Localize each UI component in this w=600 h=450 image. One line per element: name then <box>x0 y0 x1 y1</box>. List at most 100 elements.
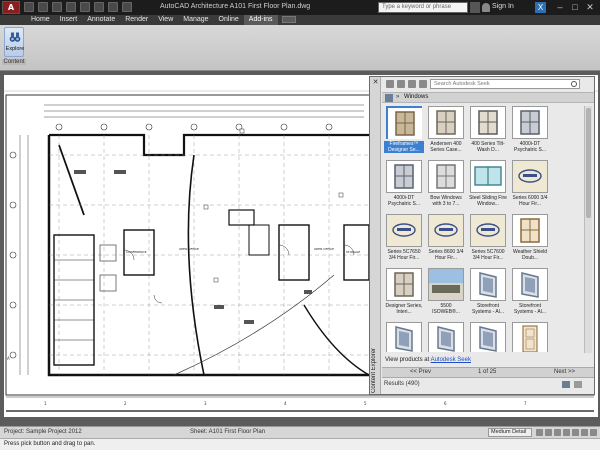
sign-in-button[interactable]: Sign In <box>492 3 514 10</box>
elevation-icon[interactable] <box>563 429 570 436</box>
tab-insert[interactable]: Insert <box>55 15 83 25</box>
infocenter-search-input[interactable]: Type a keyword or phrase <box>378 2 468 13</box>
new-icon[interactable] <box>24 2 34 12</box>
window-title: AutoCAD Architecture A101 First Floor Pl… <box>160 3 311 10</box>
workspace-dropdown-icon[interactable] <box>122 2 132 12</box>
column-number: 1 <box>44 401 47 406</box>
content-item[interactable] <box>384 322 424 352</box>
tab-render[interactable]: Render <box>120 15 153 25</box>
tab-annotate[interactable]: Annotate <box>82 15 120 25</box>
storefront-icon <box>470 322 506 352</box>
back-icon[interactable] <box>386 80 394 88</box>
tab-home[interactable]: Home <box>26 15 55 25</box>
view-mode-icon[interactable] <box>562 381 570 388</box>
prev-page-button[interactable]: << Prev <box>410 369 431 375</box>
content-item[interactable]: Series 8600 3/4 Hour Fir... <box>426 214 466 266</box>
scale-icon[interactable] <box>536 429 543 436</box>
tab-view[interactable]: View <box>153 15 178 25</box>
close-window-button[interactable]: ✕ <box>583 1 597 13</box>
redo-icon[interactable] <box>108 2 118 12</box>
content-item[interactable] <box>426 322 466 352</box>
command-line[interactable]: Press pick button and drag to pan. <box>0 438 600 450</box>
content-item[interactable]: 4000i-DT Psychatric S... <box>510 106 550 158</box>
content-item[interactable]: Steel Sliding Fire Window... <box>468 160 508 212</box>
storefront-icon <box>470 268 506 301</box>
content-item[interactable]: 5500 ISOWEB®... <box>426 268 466 320</box>
double-hung-window-icon <box>512 214 548 247</box>
seek-search-placeholder: Search Autodesk Seek <box>434 81 490 87</box>
content-item[interactable]: Series 5C7600 3/4 Hour Fir... <box>468 214 508 266</box>
exchange-apps-icon[interactable]: X <box>535 2 546 13</box>
tab-manage[interactable]: Manage <box>178 15 213 25</box>
sliding-window-icon <box>470 160 506 193</box>
content-item[interactable]: Andersen 400 Series Case... <box>426 106 466 158</box>
ribbon-minimize-icon[interactable] <box>281 16 296 23</box>
view-icon[interactable] <box>397 80 405 88</box>
content-item-label: Weather Shield Doub... <box>512 249 548 261</box>
open-icon[interactable] <box>38 2 48 12</box>
seek-search-input[interactable]: Search Autodesk Seek <box>430 79 580 89</box>
palette-close-icon[interactable]: ✕ <box>372 79 379 86</box>
tab-online[interactable]: Online <box>214 15 244 25</box>
content-item[interactable]: Storefront Systems - Al... <box>468 268 508 320</box>
palette-options-icon[interactable] <box>574 381 582 388</box>
column-number: 7 <box>524 401 527 406</box>
save-icon[interactable] <box>52 2 62 12</box>
content-item[interactable]: Fireframes™ Designer Se... <box>384 106 424 158</box>
content-item[interactable]: Series 5C7650 3/4 Hour Fir... <box>384 214 424 266</box>
content-item[interactable]: 4000i-DT Psychatric S... <box>384 160 424 212</box>
explore-button[interactable]: Explore <box>4 27 24 57</box>
user-icon[interactable] <box>482 3 490 12</box>
title-bar: A AutoCAD Architecture A101 First Floor … <box>0 0 600 15</box>
pager: << Prev 1 of 25 Next >> <box>382 367 594 378</box>
page-indicator: 1 of 25 <box>478 369 497 375</box>
content-item[interactable]: Bow Windows with 3 to 7... <box>426 160 466 212</box>
palette-title-strip[interactable]: ✕ Content Explorer <box>370 77 381 394</box>
undo-icon[interactable] <box>94 2 104 12</box>
content-item[interactable]: Designer Series, Interi... <box>384 268 424 320</box>
content-item-label: Storefront Systems - Al... <box>472 303 504 315</box>
logo-thumb-icon <box>512 160 548 193</box>
ribbon-tab-bar: Home Insert Annotate Render View Manage … <box>0 15 600 25</box>
application-menu-button[interactable]: A <box>2 1 20 14</box>
content-item-label: 5500 ISOWEB®... <box>432 303 460 315</box>
annotation-icon[interactable] <box>545 429 552 436</box>
casement-window-icon <box>386 268 422 301</box>
room-label: OPEN OFFICE <box>179 247 199 251</box>
sheet-label: Sheet: A101 First Floor Plan <box>190 429 266 435</box>
content-item[interactable] <box>468 322 508 352</box>
settings-icon[interactable] <box>419 80 427 88</box>
save-search-icon[interactable] <box>408 80 416 88</box>
cut-plane-icon[interactable] <box>554 429 561 436</box>
content-item[interactable]: Series 6000 3/4 Hour Fir... <box>510 160 550 212</box>
content-item[interactable]: Weather Shield Doub... <box>510 214 550 266</box>
search-icon[interactable] <box>571 81 577 87</box>
breadcrumb-windows[interactable]: Windows <box>404 94 428 100</box>
content-item[interactable]: Storefront Systems - Al... <box>510 268 550 320</box>
project-label: Project: Sample Project 2012 <box>4 429 82 435</box>
scrollbar-thumb[interactable] <box>586 108 591 218</box>
display-detail-select[interactable]: Medium Detail <box>488 428 532 437</box>
isolate-icon[interactable] <box>581 429 588 436</box>
content-item-label: Andersen 400 Series Case... <box>430 141 462 153</box>
content-item-label: Bow Windows with 3 to 7... <box>430 195 462 207</box>
binoculars-icon <box>9 32 21 42</box>
save-as-icon[interactable] <box>66 2 76 12</box>
maximize-button[interactable]: □ <box>568 1 582 13</box>
folder-icon[interactable] <box>385 94 393 102</box>
vertical-scrollbar[interactable] <box>584 106 592 353</box>
content-item[interactable] <box>510 322 550 352</box>
minimize-button[interactable]: – <box>553 1 567 13</box>
search-button[interactable] <box>470 2 480 13</box>
logo-thumb-icon <box>470 214 506 247</box>
lock-icon[interactable] <box>572 429 579 436</box>
room-label: CONFERENCE <box>126 250 147 254</box>
content-item[interactable]: 400 Series Tilt-Wash D... <box>468 106 508 158</box>
fullscreen-icon[interactable] <box>590 429 597 436</box>
tab-add-ins[interactable]: Add-ins <box>243 15 278 25</box>
window-frame-icon <box>386 106 422 139</box>
plot-icon[interactable] <box>80 2 90 12</box>
next-page-button[interactable]: Next >> <box>554 369 575 375</box>
content-item-label: 4000i-DT Psychatric S... <box>514 141 546 153</box>
autodesk-seek-link[interactable]: Autodesk Seek <box>431 357 471 363</box>
